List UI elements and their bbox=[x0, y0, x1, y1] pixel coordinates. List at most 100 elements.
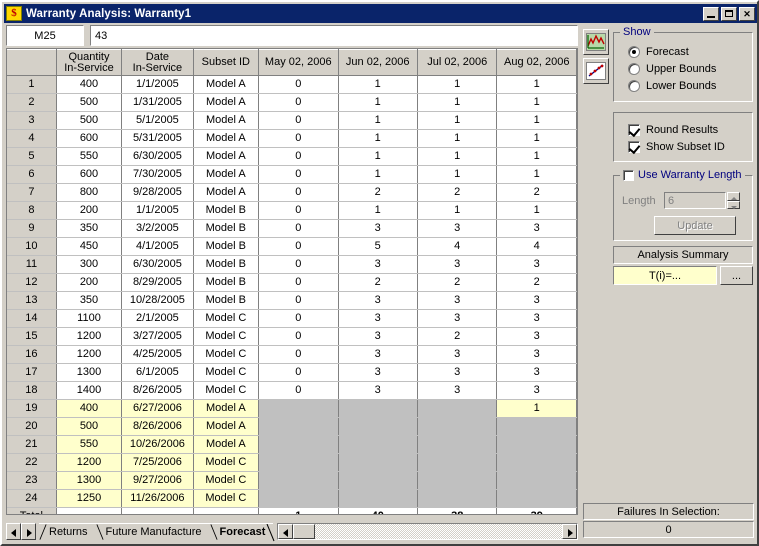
column-header-4[interactable]: May 02, 2006 bbox=[258, 49, 339, 76]
row-header[interactable]: 3 bbox=[7, 111, 57, 130]
table-row[interactable]: 13 350 10/28/2005 Model B0333 bbox=[7, 291, 577, 310]
cell-date[interactable]: 7/25/2006 bbox=[121, 453, 194, 472]
cell-forecast-1[interactable]: 3 bbox=[338, 345, 418, 364]
cell-quantity[interactable]: 800 bbox=[56, 183, 123, 202]
cell-subset-id[interactable]: Model C bbox=[193, 363, 260, 382]
row-header[interactable]: 18 bbox=[7, 381, 57, 400]
cell-quantity[interactable]: 200 bbox=[56, 201, 123, 220]
cell-forecast-3[interactable] bbox=[496, 417, 577, 436]
hscroll-track[interactable] bbox=[315, 524, 562, 539]
cell-subset-id[interactable]: Model B bbox=[193, 291, 260, 310]
cell-forecast-0[interactable]: 0 bbox=[258, 165, 339, 184]
radio-forecast[interactable]: Forecast bbox=[628, 44, 752, 59]
cell-forecast-2[interactable]: 1 bbox=[417, 93, 498, 112]
maximize-button[interactable] bbox=[721, 6, 737, 21]
cell-forecast-3[interactable]: 3 bbox=[496, 309, 577, 328]
cell-forecast-3[interactable]: 1 bbox=[496, 165, 577, 184]
cell-subset-id[interactable]: Model A bbox=[193, 111, 260, 130]
cell-forecast-3[interactable]: 1 bbox=[496, 129, 577, 148]
cell-forecast-3[interactable]: 3 bbox=[496, 327, 577, 346]
cell-forecast-0[interactable]: 0 bbox=[258, 93, 339, 112]
table-row[interactable]: 20 500 8/26/2006 Model A bbox=[7, 417, 577, 436]
row-header[interactable]: 5 bbox=[7, 147, 57, 166]
cell-quantity[interactable]: 450 bbox=[56, 237, 123, 256]
name-box[interactable]: M25 bbox=[6, 25, 84, 46]
hscroll-thumb[interactable] bbox=[293, 524, 316, 539]
cell-forecast-3[interactable]: 3 bbox=[496, 219, 577, 238]
row-header[interactable]: 21 bbox=[7, 435, 57, 454]
cell-forecast-1[interactable]: 1 bbox=[338, 165, 418, 184]
hscroll-right-icon[interactable] bbox=[562, 524, 577, 539]
cell-quantity[interactable]: 350 bbox=[56, 219, 123, 238]
cell-forecast-3[interactable]: 1 bbox=[496, 147, 577, 166]
table-row[interactable]: 5 550 6/30/2005 Model A0111 bbox=[7, 147, 577, 166]
cell-subset-id[interactable]: Model A bbox=[193, 417, 260, 436]
cell-date[interactable]: 8/26/2005 bbox=[121, 381, 194, 400]
cell-forecast-2[interactable]: 2 bbox=[417, 273, 498, 292]
cell-date[interactable]: 5/1/2005 bbox=[121, 111, 194, 130]
cell-forecast-1[interactable]: 5 bbox=[338, 237, 418, 256]
cell-date[interactable]: 2/1/2005 bbox=[121, 309, 194, 328]
cell-quantity[interactable]: 550 bbox=[56, 435, 123, 454]
cell-quantity[interactable]: 1200 bbox=[56, 345, 123, 364]
cell-forecast-1[interactable]: 3 bbox=[338, 327, 418, 346]
cell-date[interactable]: 1/1/2005 bbox=[121, 201, 194, 220]
checkbox-show-subset-id[interactable]: Show Subset ID bbox=[628, 139, 752, 154]
table-row[interactable]: 15 1200 3/27/2005 Model C0323 bbox=[7, 327, 577, 346]
cell-date[interactable]: 6/30/2005 bbox=[121, 147, 194, 166]
cell-forecast-1[interactable]: 2 bbox=[338, 273, 418, 292]
table-row[interactable]: 6 600 7/30/2005 Model A0111 bbox=[7, 165, 577, 184]
cell-quantity[interactable]: 350 bbox=[56, 291, 123, 310]
cell-forecast-3[interactable] bbox=[496, 489, 577, 508]
radio-lower-bounds[interactable]: Lower Bounds bbox=[628, 78, 752, 93]
table-row[interactable]: 2 500 1/31/2005 Model A0111 bbox=[7, 93, 577, 112]
cell-forecast-3[interactable]: 2 bbox=[496, 273, 577, 292]
cell-forecast-0[interactable] bbox=[258, 399, 339, 418]
row-header[interactable]: 24 bbox=[7, 489, 57, 508]
cell-forecast-1[interactable] bbox=[338, 453, 418, 472]
cell-date[interactable]: 3/2/2005 bbox=[121, 219, 194, 238]
table-row[interactable]: 22 1200 7/25/2006 Model C bbox=[7, 453, 577, 472]
cell-forecast-3[interactable]: 3 bbox=[496, 381, 577, 400]
column-header-7[interactable]: Aug 02, 2006 bbox=[496, 49, 577, 76]
table-row[interactable]: 21 550 10/26/2006 Model A bbox=[7, 435, 577, 454]
cell-forecast-2[interactable]: 1 bbox=[417, 75, 498, 94]
cell-forecast-1[interactable]: 3 bbox=[338, 309, 418, 328]
cell-forecast-0[interactable]: 0 bbox=[258, 147, 339, 166]
cell-quantity[interactable]: 600 bbox=[56, 165, 123, 184]
cell-date[interactable]: 11/26/2006 bbox=[121, 489, 194, 508]
cell-forecast-0[interactable]: 0 bbox=[258, 327, 339, 346]
table-row[interactable]: 9 350 3/2/2005 Model B0333 bbox=[7, 219, 577, 238]
cell-forecast-1[interactable]: 3 bbox=[338, 381, 418, 400]
cell-subset-id[interactable]: Model C bbox=[193, 345, 260, 364]
cell-forecast-0[interactable]: 0 bbox=[258, 291, 339, 310]
checkbox-use-warranty-length[interactable] bbox=[623, 169, 634, 181]
cell-forecast-2[interactable]: 1 bbox=[417, 165, 498, 184]
cell-quantity[interactable]: 500 bbox=[56, 93, 123, 112]
cell-forecast-0[interactable]: 0 bbox=[258, 183, 339, 202]
cell-quantity[interactable]: 300 bbox=[56, 255, 123, 274]
cell-subset-id[interactable]: Model C bbox=[193, 381, 260, 400]
cell-date[interactable]: 9/28/2005 bbox=[121, 183, 194, 202]
table-row[interactable]: 4 600 5/31/2005 Model A0111 bbox=[7, 129, 577, 148]
cell-forecast-0[interactable]: 0 bbox=[258, 111, 339, 130]
column-header-0[interactable] bbox=[7, 49, 57, 76]
cell-forecast-2[interactable] bbox=[417, 435, 498, 454]
table-row[interactable]: 23 1300 9/27/2006 Model C bbox=[7, 471, 577, 490]
cell-subset-id[interactable]: Model A bbox=[193, 165, 260, 184]
cell-forecast-3[interactable]: 1 bbox=[496, 201, 577, 220]
cell-forecast-3[interactable]: 1 bbox=[496, 111, 577, 130]
hscroll-container[interactable] bbox=[277, 523, 578, 540]
cell-forecast-1[interactable]: 3 bbox=[338, 363, 418, 382]
table-row[interactable]: 17 1300 6/1/2005 Model C0333 bbox=[7, 363, 577, 382]
tab-future-manufacture[interactable]: Future Manufacture bbox=[95, 523, 210, 541]
cell-forecast-3[interactable]: 4 bbox=[496, 237, 577, 256]
column-header-5[interactable]: Jun 02, 2006 bbox=[338, 49, 418, 76]
analysis-summary-field[interactable]: T(i)=... bbox=[613, 266, 717, 285]
row-header[interactable]: 4 bbox=[7, 129, 57, 148]
cell-forecast-1[interactable]: 1 bbox=[338, 129, 418, 148]
cell-quantity[interactable]: 1100 bbox=[56, 309, 123, 328]
radio-upper-bounds[interactable]: Upper Bounds bbox=[628, 61, 752, 76]
horizontal-scrollbar[interactable] bbox=[277, 523, 578, 540]
row-header[interactable]: 15 bbox=[7, 327, 57, 346]
